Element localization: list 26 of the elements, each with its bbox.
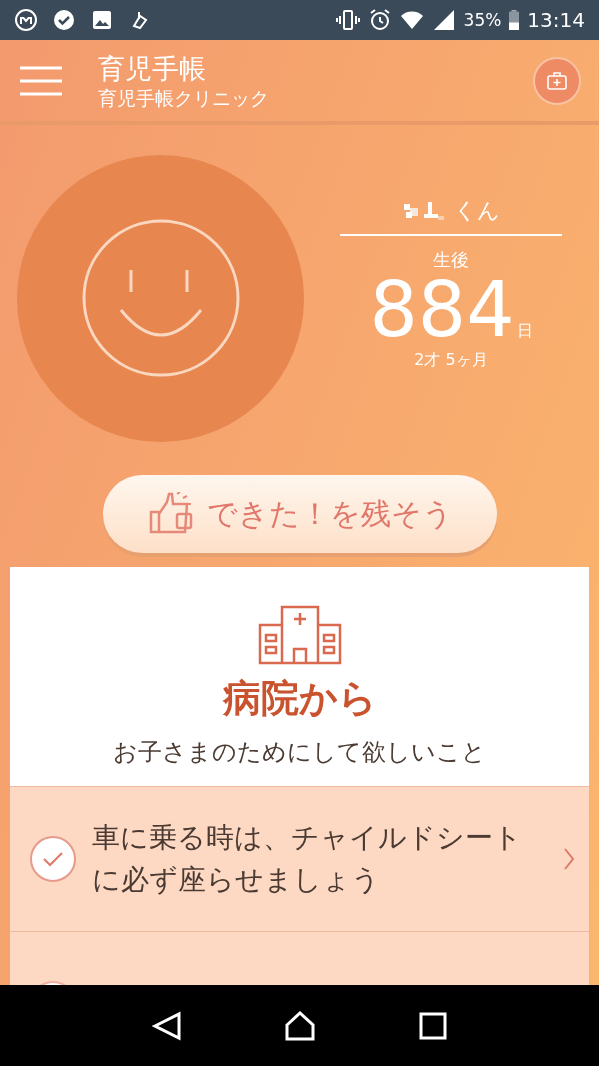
vibrate-icon xyxy=(335,8,360,32)
days-count: 884 xyxy=(369,271,515,348)
card-subtitle: お子さまのためにして欲しいこと xyxy=(113,737,486,768)
advice-text: 車に乗る時は、チャイルドシートに必ず座らせましょう xyxy=(92,820,523,898)
smiley-icon xyxy=(80,218,241,378)
menu-icon xyxy=(20,65,62,96)
advice-item[interactable]: 車に乗る時は、チャイルドシートに必ず座らせましょう xyxy=(10,786,589,931)
clinic-name: 育児手帳クリニック xyxy=(98,85,270,110)
battery-icon xyxy=(509,10,520,30)
obscured-name xyxy=(402,199,446,222)
clock: 13:14 xyxy=(527,8,585,32)
app-title: 育児手帳 xyxy=(98,51,207,86)
child-name: くん xyxy=(454,196,500,225)
age-text: 2才 5ヶ月 xyxy=(414,349,488,371)
home-icon[interactable] xyxy=(284,1010,315,1041)
back-icon[interactable] xyxy=(151,1010,182,1041)
age-label: 生後 xyxy=(433,247,469,272)
hospital-icon xyxy=(257,605,342,665)
image-icon xyxy=(90,8,114,32)
card-title: 病院から xyxy=(222,675,377,722)
battery-percent: 35% xyxy=(463,10,502,30)
days-unit: 日 xyxy=(516,320,533,342)
recents-icon[interactable] xyxy=(417,1010,448,1041)
m-logo-icon xyxy=(14,8,38,32)
chevron-right-icon xyxy=(563,847,575,871)
check-circle-icon xyxy=(52,8,76,32)
